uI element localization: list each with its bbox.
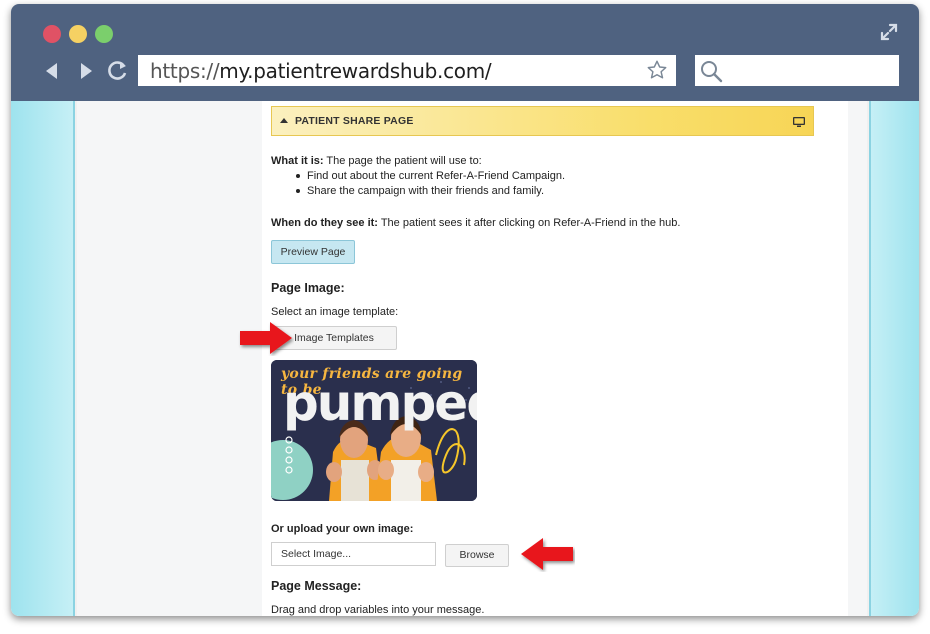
patient-share-page-header[interactable]: PATIENT SHARE PAGE: [271, 106, 814, 136]
browser-chrome: https://my.patientrewardshub.com/: [11, 4, 919, 101]
expand-icon[interactable]: [879, 22, 899, 42]
url-protocol: https://: [150, 59, 220, 83]
minimize-window-button[interactable]: [69, 25, 87, 43]
selected-template-image[interactable]: your friends are going to be pumped: [271, 360, 477, 501]
browse-button[interactable]: Browse: [445, 544, 509, 567]
page-message-heading: Page Message:: [271, 579, 362, 593]
reload-icon[interactable]: [107, 60, 129, 82]
browser-window: https://my.patientrewardshub.com/ PATIEN…: [11, 4, 919, 616]
when-see-text: When do they see it: The patient sees it…: [271, 217, 680, 229]
back-arrow-icon[interactable]: [41, 60, 63, 82]
when-see-label: When do they see it:: [271, 217, 378, 229]
close-window-button[interactable]: [43, 25, 61, 43]
page-viewport: PATIENT SHARE PAGE What it is: The page …: [11, 101, 919, 616]
desktop-preview-icon[interactable]: [792, 116, 806, 128]
right-margin-band: [869, 101, 919, 616]
search-icon: [701, 61, 723, 83]
url-host: my.patientrewardshub.com/: [219, 59, 492, 83]
preview-page-button[interactable]: Preview Page: [271, 240, 355, 264]
red-arrow-icon: [240, 322, 292, 354]
url-text: https://my.patientrewardshub.com/: [150, 59, 492, 83]
template-headline: pumped: [283, 374, 477, 432]
when-see-description: The patient sees it after clicking on Re…: [377, 217, 681, 229]
page-message-instruction: Drag and drop variables into your messag…: [271, 604, 485, 616]
app-area: PATIENT SHARE PAGE What it is: The page …: [77, 101, 867, 616]
what-it-is-text: What it is: The page the patient will us…: [271, 155, 482, 167]
what-it-is-list: Find out about the current Refer-A-Frien…: [295, 169, 565, 199]
page-image-heading: Page Image:: [271, 281, 345, 295]
address-bar[interactable]: https://my.patientrewardshub.com/: [138, 55, 676, 86]
collapse-caret-icon[interactable]: [280, 118, 288, 123]
select-image-field[interactable]: Select Image...: [271, 542, 436, 566]
maximize-window-button[interactable]: [95, 25, 113, 43]
upload-label: Or upload your own image:: [271, 523, 414, 535]
bookmark-star-icon[interactable]: [646, 59, 668, 81]
section-title: PATIENT SHARE PAGE: [295, 115, 414, 127]
list-item: Find out about the current Refer-A-Frien…: [295, 169, 565, 184]
left-margin-band: [11, 101, 75, 616]
what-it-is-description: The page the patient will use to:: [323, 155, 482, 167]
list-item: Share the campaign with their friends an…: [295, 184, 565, 199]
search-bar[interactable]: [695, 55, 899, 86]
red-arrow-icon: [521, 538, 573, 570]
select-template-instruction: Select an image template:: [271, 306, 399, 318]
forward-arrow-icon[interactable]: [75, 60, 97, 82]
what-it-is-label: What it is:: [271, 155, 324, 167]
